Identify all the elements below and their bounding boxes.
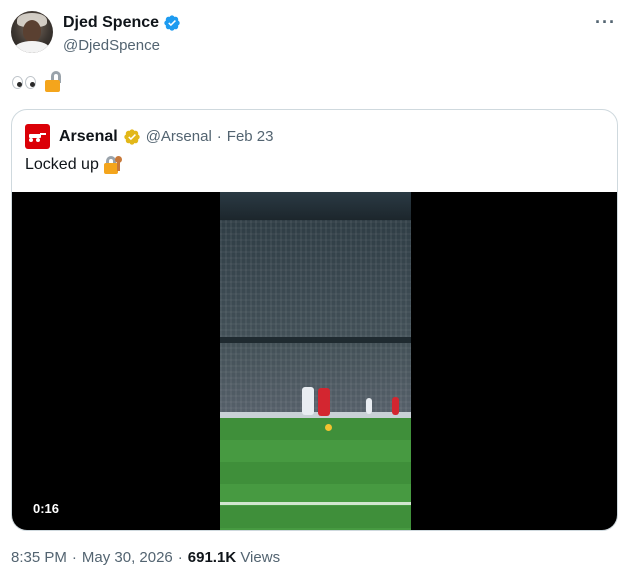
author-name-row: Djed Spence: [63, 13, 181, 32]
tweet-time[interactable]: 8:35 PM: [11, 549, 67, 566]
quoted-author-handle[interactable]: @Arsenal: [146, 128, 212, 145]
stadium-crowd: [220, 220, 411, 415]
stadium-tier: [220, 337, 411, 343]
avatar[interactable]: [11, 11, 53, 53]
quoted-tweet-text-row: Locked up: [25, 154, 125, 176]
avatar-face: [23, 20, 41, 42]
author-name[interactable]: Djed Spence: [63, 13, 159, 32]
video-frame: [220, 192, 411, 530]
gold-verified-badge-icon[interactable]: [123, 128, 141, 146]
pitch-line: [220, 502, 411, 505]
quoted-author-name[interactable]: Arsenal: [59, 128, 118, 146]
meta-separator-2: ·: [177, 549, 183, 566]
video-duration-badge: 0:16: [25, 499, 68, 518]
player-red-far: [392, 397, 399, 415]
quoted-tweet-header: Arsenal @Arsenal · Feb 23: [25, 124, 274, 149]
unlocked-padlock-emoji-icon: [44, 70, 62, 94]
player-red: [318, 388, 330, 416]
player-distant: [366, 398, 372, 414]
views-label: Views: [240, 549, 281, 566]
views-count: 691.1K: [187, 549, 237, 566]
quoted-tweet-text: Locked up: [25, 156, 99, 173]
eyes-emoji-icon: [12, 75, 36, 89]
views-group[interactable]: 691.1K Views: [188, 549, 280, 566]
player-white: [302, 387, 314, 415]
stadium-roof: [220, 192, 411, 220]
football-ball: [325, 424, 332, 431]
football-pitch: [220, 418, 411, 530]
arsenal-avatar-icon[interactable]: [25, 124, 50, 149]
avatar-shirt: [14, 41, 50, 53]
verified-badge-icon[interactable]: [163, 14, 181, 32]
quoted-tweet[interactable]: Arsenal @Arsenal · Feb 23 Locked up 0:16: [11, 109, 618, 531]
locked-with-key-emoji-icon: [103, 154, 125, 176]
quoted-date[interactable]: Feb 23: [227, 128, 274, 145]
tweet-author: Djed Spence @DjedSpence: [63, 13, 181, 55]
eye-left-icon: [12, 75, 23, 89]
meta-separator: ·: [71, 549, 77, 566]
author-handle[interactable]: @DjedSpence: [63, 36, 181, 55]
more-options-icon[interactable]: ···: [595, 13, 616, 31]
video-player[interactable]: 0:16: [12, 192, 617, 530]
eye-right-icon: [25, 75, 36, 89]
tweet-date[interactable]: May 30, 2026: [82, 549, 173, 566]
tweet-text: [12, 70, 62, 94]
quoted-separator: ·: [216, 128, 222, 145]
tweet-meta: 8:35 PM · May 30, 2026 · 691.1K Views: [11, 549, 280, 566]
